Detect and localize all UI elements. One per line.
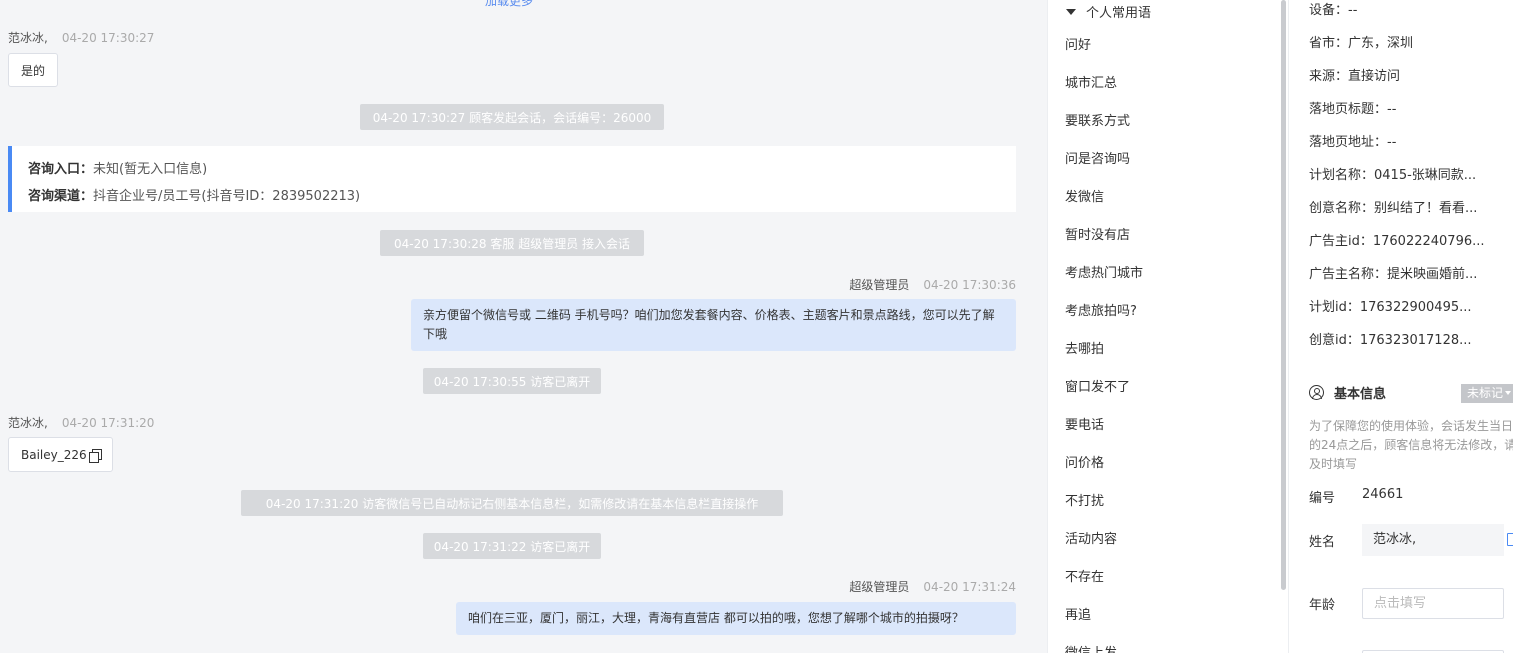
sender-name: 超级管理员 [849,278,910,292]
advertiser-name-row: 广告主名称：提米映画婚前... [1309,267,1478,282]
system-notice: 04-20 17:30:55 访客已离开 [423,368,601,394]
phrase-item[interactable]: 活动内容 [1065,531,1117,549]
phrase-item[interactable]: 窗口发不了 [1065,379,1130,397]
message-time: 04-20 17:31:20 [61,416,155,430]
name-label: 姓名 [1309,535,1336,550]
phrase-item[interactable]: 再追 [1065,607,1091,625]
creative-id-row: 创意id：176323017128... [1309,333,1472,348]
system-notice: 04-20 17:31:22 访客已离开 [423,533,601,559]
phrase-item[interactable]: 要联系方式 [1065,113,1130,131]
source-row: 来源：直接访问 [1309,69,1401,84]
system-notice-text: 04-20 17:30:55 访客已离开 [433,374,591,389]
consult-entry-value: 未知(暂无入口信息) [93,162,208,177]
message-header: 超级管理员 04-20 17:31:24 [849,578,1016,595]
message-time: 04-20 17:31:24 [923,580,1016,594]
consult-channel-value: 抖音企业号/员工号(抖音号ID：2839502213) [93,189,361,204]
edit-notice: 为了保障您的使用体验，会话发生当日的24点之后，顾客信息将无法修改，请及时填写 [1309,419,1513,471]
landing-title-row: 落地页标题：-- [1309,102,1397,117]
phrase-item[interactable]: 城市汇总 [1065,75,1117,93]
caret-down-icon [1066,9,1076,15]
sender-name: 超级管理员 [849,580,910,594]
advertiser-id-row: 广告主id：176022240796... [1309,234,1485,249]
phrase-group-title: 个人常用语 [1086,6,1152,21]
consult-entry-row: 咨询入口：未知(暂无入口信息) [28,156,1000,183]
number-label: 编号 [1309,491,1336,506]
phrase-group-header[interactable]: 个人常用语 [1066,2,1151,21]
system-notice: 04-20 17:30:28 客服 超级管理员 接入会话 [380,230,644,256]
app-root: 加载更多 范冰冰, 04-20 17:30:27 是的 04-20 17:30:2… [0,0,1513,653]
outgoing-message-bubble[interactable]: 亲方便留个微信号或 二维码 手机号吗？咱们加您发套餐内容、价格表、主题客片和景点… [411,299,1016,351]
copy-icon[interactable] [1507,533,1513,546]
message-text: 亲方便留个微信号或 二维码 手机号吗？咱们加您发套餐内容、价格表、主题客片和景点… [423,308,995,341]
load-more-link[interactable]: 加载更多 [485,0,533,9]
phrases-scrollbar[interactable] [1281,0,1286,590]
basic-info-title: 基本信息 [1309,383,1386,402]
outgoing-message-bubble[interactable]: 咱们在三亚，厦门，丽江，大理，青海有直营店 都可以拍的哦，您想了解哪个城市的拍摄… [456,602,1016,635]
phrase-item[interactable]: 暂时没有店 [1065,227,1130,245]
message-time: 04-20 17:30:36 [923,278,1016,292]
tag-dropdown-label: 未标记 [1467,386,1504,400]
consult-entry-label: 咨询入口： [28,162,94,177]
tag-dropdown[interactable]: 未标记 [1461,384,1513,403]
age-label: 年龄 [1309,598,1336,613]
plan-name-row: 计划名称：0415-张琳同款... [1309,168,1477,183]
name-field[interactable]: 范冰冰, [1362,524,1504,556]
message-text: 咱们在三亚，厦门，丽江，大理，青海有直营店 都可以拍的哦，您想了解哪个城市的拍摄… [468,611,964,625]
message-text: Bailey_226 [21,447,87,462]
message-header: 范冰冰, 04-20 17:31:20 [8,414,154,431]
system-notice-text: 04-20 17:31:20 访客微信号已自动标记右侧基本信息栏，如需修改请在基… [265,496,759,511]
incoming-message-bubble[interactable]: Bailey_226 [8,437,113,472]
phrase-item[interactable]: 发微信 [1065,189,1104,207]
system-notice: 04-20 17:30:27 顾客发起会话，会话编号：26000 [360,104,664,130]
phrase-item[interactable]: 不存在 [1065,569,1104,587]
system-notice-text: 04-20 17:30:27 顾客发起会话，会话编号：26000 [372,110,652,125]
consult-channel-row: 咨询渠道：抖音企业号/员工号(抖音号ID：2839502213) [28,183,1000,210]
landing-url-row: 落地页地址：-- [1309,135,1397,150]
phrase-item[interactable]: 考虑旅拍吗? [1065,303,1137,321]
copy-icon[interactable] [88,448,102,463]
sender-name: 范冰冰, [8,31,48,45]
user-circle-icon [1309,385,1324,400]
system-notice-text: 04-20 17:31:22 访客已离开 [433,539,591,554]
phrase-item[interactable]: 问是咨询吗 [1065,151,1130,169]
basic-info-title-text: 基本信息 [1334,387,1387,402]
message-text: 是的 [21,63,46,78]
creative-name-row: 创意名称：别纠结了！看看... [1309,201,1478,216]
consult-channel-label: 咨询渠道： [28,189,94,204]
phrases-panel: 个人常用语 问好 城市汇总 要联系方式 问是咨询吗 发微信 暂时没有店 考虑热门… [1047,0,1288,653]
phrase-item[interactable]: 问好 [1065,37,1091,55]
phrase-item[interactable]: 问价格 [1065,455,1104,473]
plan-id-row: 计划id：176322900495... [1309,300,1472,315]
phrase-item[interactable]: 微信上发 [1065,645,1117,653]
system-notice-text: 04-20 17:30:28 客服 超级管理员 接入会话 [393,236,631,251]
age-field[interactable] [1362,588,1504,619]
chat-panel: 加载更多 范冰冰, 04-20 17:30:27 是的 04-20 17:30:2… [0,0,1047,653]
region-row: 省市：广东，深圳 [1309,36,1414,51]
message-header: 范冰冰, 04-20 17:30:27 [8,29,154,46]
phrase-item[interactable]: 要电话 [1065,417,1104,435]
phrase-item[interactable]: 考虑热门城市 [1065,265,1143,283]
caret-down-icon [1505,391,1512,395]
message-header: 超级管理员 04-20 17:30:36 [849,276,1016,293]
incoming-message-bubble[interactable]: 是的 [8,53,59,87]
device-row: 设备：-- [1309,3,1358,18]
number-value: 24661 [1362,487,1404,502]
consult-info-card: 咨询入口：未知(暂无入口信息) 咨询渠道：抖音企业号/员工号(抖音号ID：283… [8,146,1016,212]
sender-name: 范冰冰, [8,416,48,430]
message-time: 04-20 17:30:27 [61,31,155,45]
phrase-item[interactable]: 去哪拍 [1065,341,1104,359]
visitor-info-panel: 设备：-- 省市：广东，深圳 来源：直接访问 落地页标题：-- 落地页地址：--… [1288,0,1513,653]
system-notice: 04-20 17:31:20 访客微信号已自动标记右侧基本信息栏，如需修改请在基… [241,490,783,516]
phrase-item[interactable]: 不打扰 [1065,493,1104,511]
